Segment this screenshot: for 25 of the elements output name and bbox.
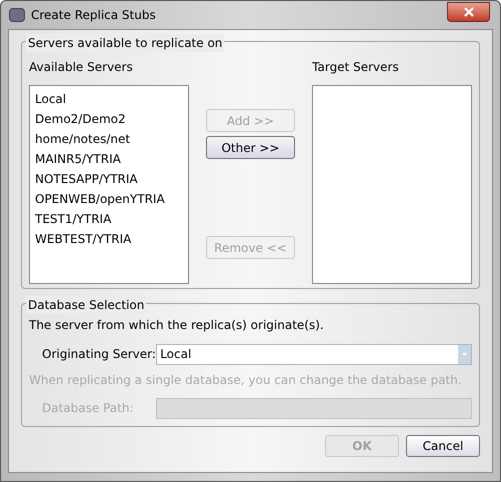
- dropdown-arrow-icon: [462, 352, 467, 356]
- dialog-button[interactable]: Cancel: [406, 435, 480, 457]
- close-button[interactable]: [447, 2, 490, 22]
- description-text: The server from which the replica(s) originate(s).: [29, 317, 325, 333]
- server-dropdown[interactable]: Local: [156, 344, 472, 364]
- list-label: Available Servers: [29, 59, 134, 75]
- group-legend: Database Selection: [26, 296, 146, 314]
- list-item[interactable]: home/notes/net: [35, 129, 183, 149]
- list-item[interactable]: NOTESAPP/YTRIA: [35, 169, 183, 189]
- field-label: Database Path:: [41, 400, 134, 417]
- list-item[interactable]: OPENWEB/openYTRIA: [35, 189, 183, 209]
- close-icon: [464, 7, 474, 17]
- list-item[interactable]: MAINR5/YTRIA: [35, 149, 183, 169]
- field-label: Originating Server:: [41, 346, 156, 363]
- move-button[interactable]: Other >>: [206, 136, 295, 159]
- list-item[interactable]: WEBTEST/YTRIA: [35, 229, 183, 249]
- list-item[interactable]: Local: [35, 89, 183, 109]
- app-icon: [9, 8, 25, 22]
- target-list[interactable]: [312, 85, 472, 284]
- list-item[interactable]: TEST1/YTRIA: [35, 209, 183, 229]
- list-item[interactable]: Demo2/Demo2: [35, 109, 183, 129]
- list-label: Target Servers: [312, 59, 400, 75]
- group-legend: Servers available to replicate on: [26, 34, 224, 52]
- window-title: Create Replica Stubs: [31, 7, 156, 24]
- hint-text: When replicating a single database, you can change the database path.: [29, 372, 463, 388]
